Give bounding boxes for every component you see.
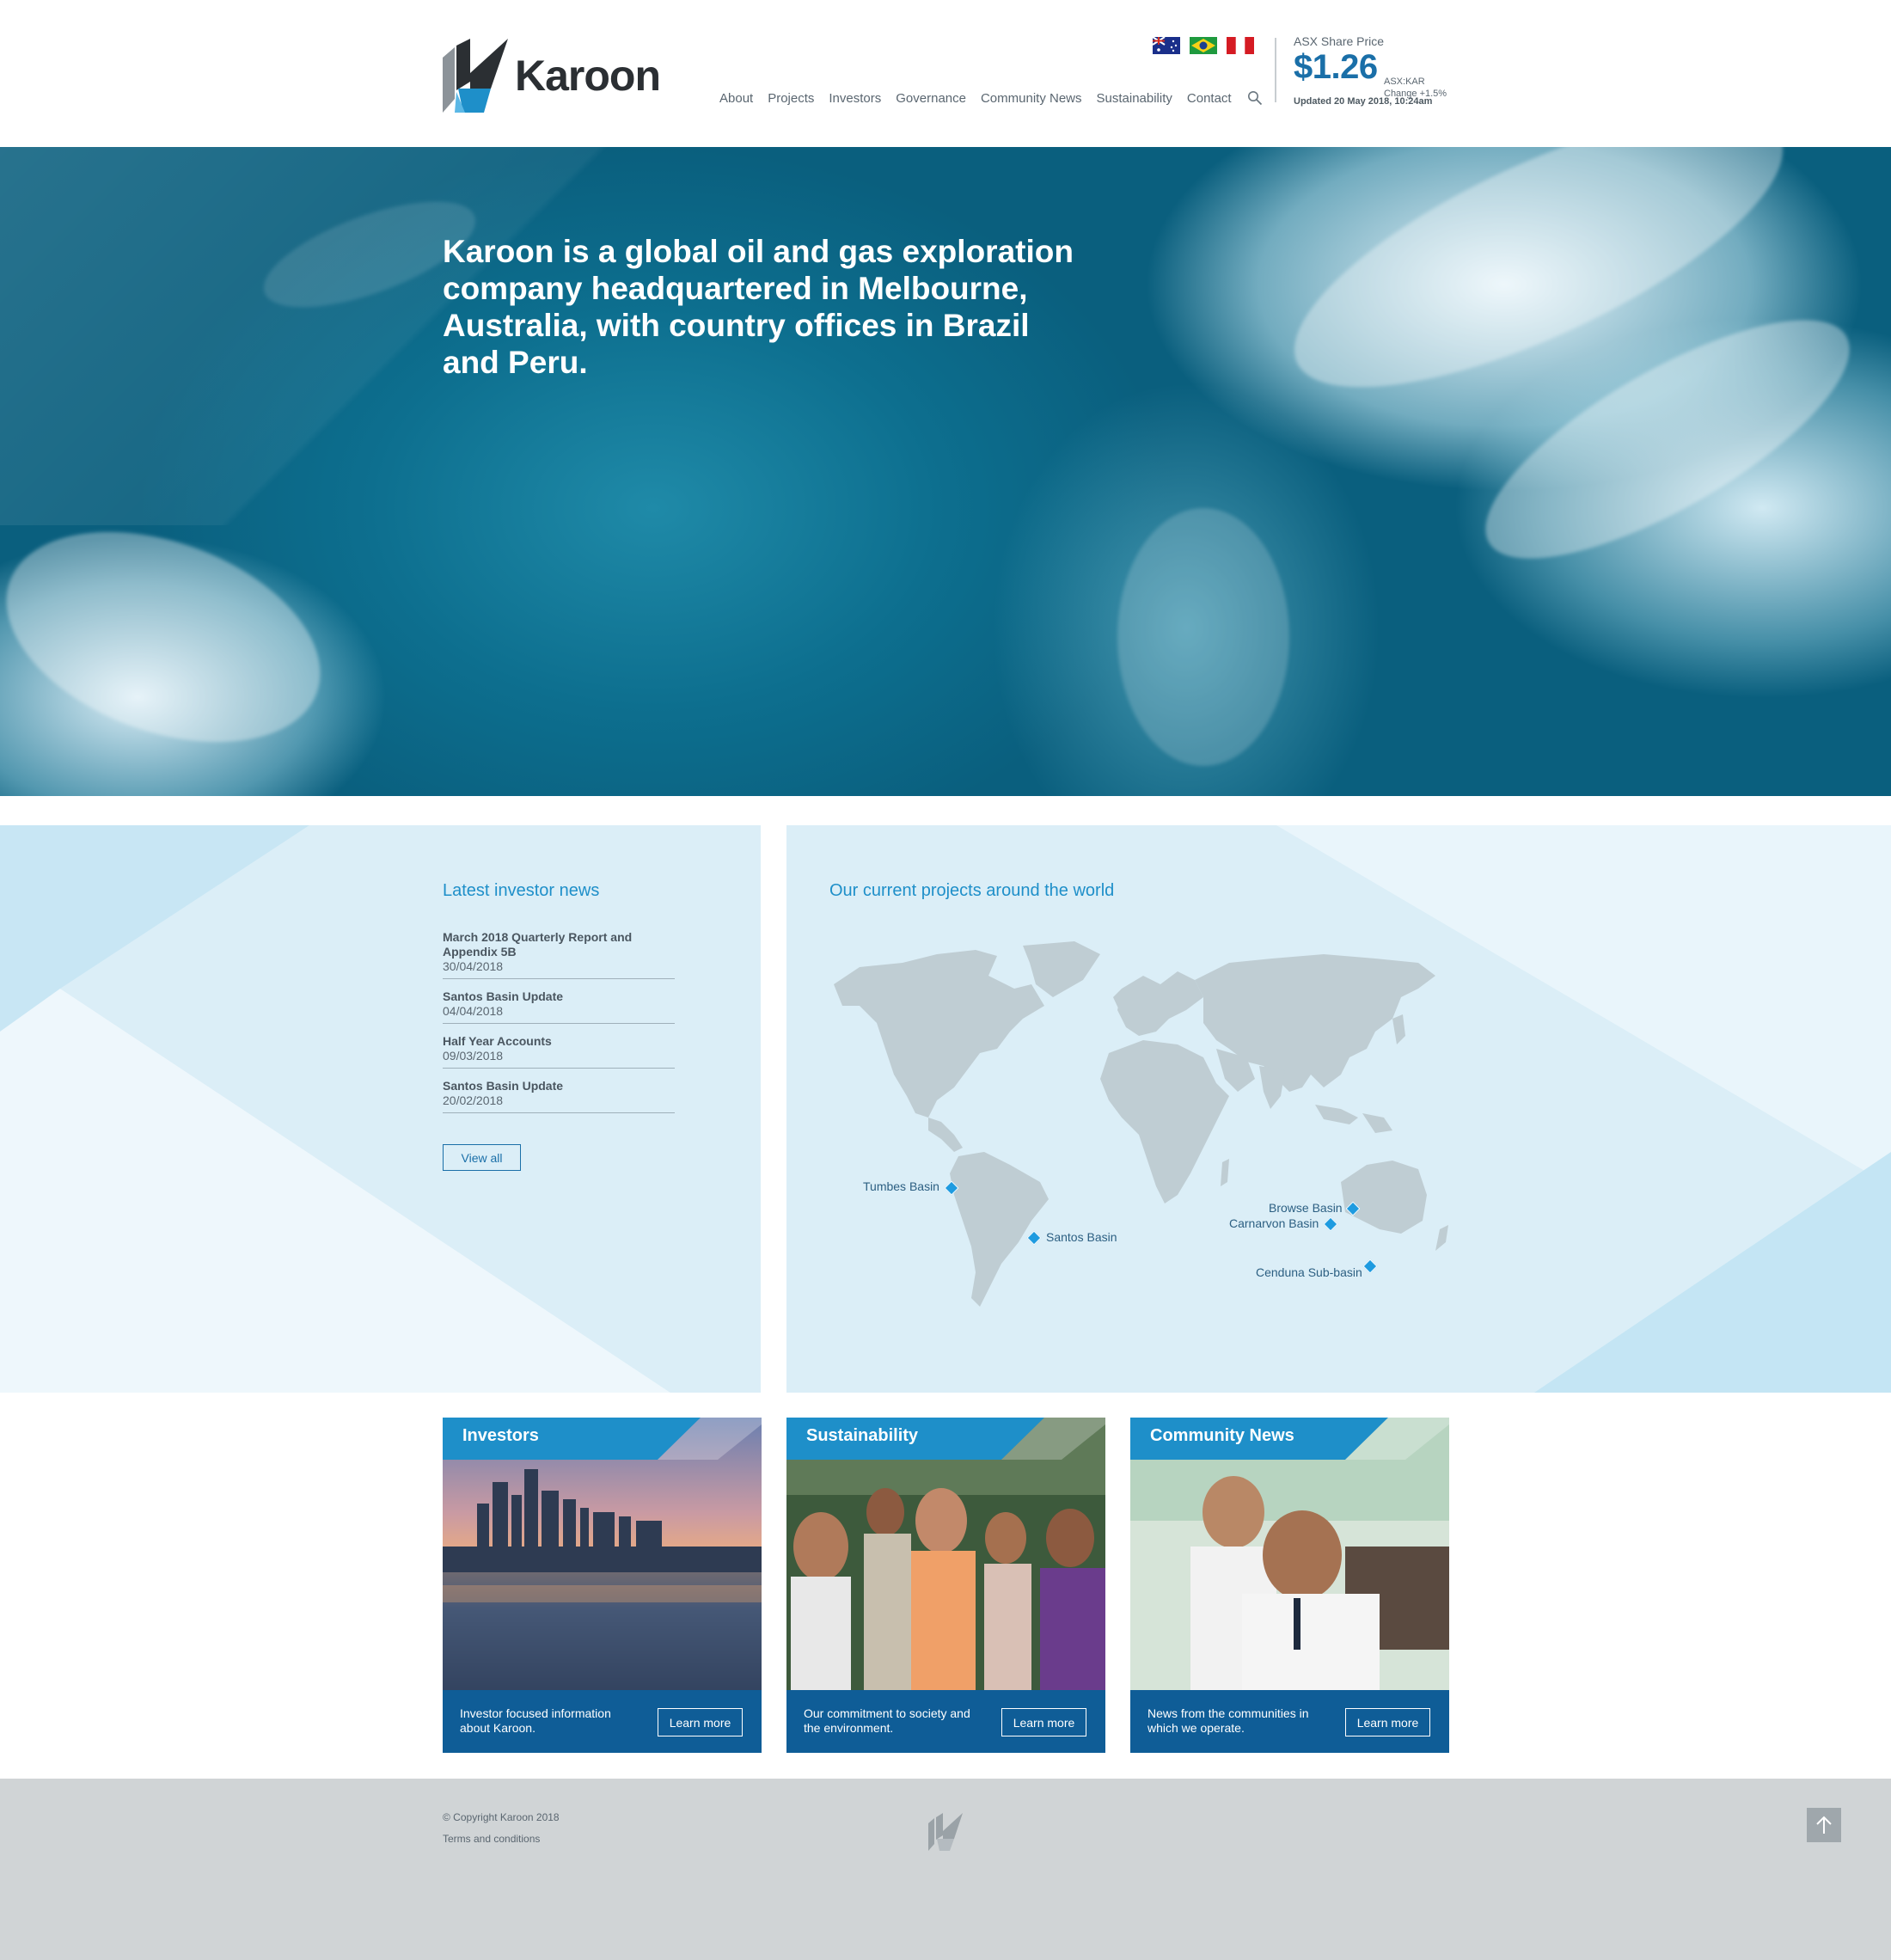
card-title: Investors (462, 1426, 539, 1445)
share-price-value: $1.26 (1294, 48, 1378, 86)
nav-about[interactable]: About (719, 91, 753, 106)
news-item-title[interactable]: Santos Basin Update (443, 989, 675, 1004)
nav-governance[interactable]: Governance (896, 91, 966, 106)
world-map (834, 941, 1448, 1307)
hero-headline: Karoon is a global oil and gas explorati… (443, 234, 1074, 380)
logo-wordmark: Karoon (515, 52, 661, 100)
page: Karoon About Projects Investors Governan… (0, 0, 1891, 1960)
site-footer (0, 1779, 1891, 1960)
learn-more-button[interactable]: Learn more (658, 1708, 743, 1736)
cenduna-sub-basin-label: Cenduna Sub-basin (1256, 1265, 1362, 1279)
share-price-title: ASX Share Price (1294, 34, 1385, 48)
nav-investors[interactable]: Investors (829, 91, 881, 106)
learn-more-button[interactable]: Learn more (1345, 1708, 1430, 1736)
terms-link[interactable]: Terms and conditions (443, 1833, 540, 1845)
card-title: Community News (1150, 1426, 1294, 1445)
peru-flag-icon[interactable] (1227, 37, 1254, 54)
news-item-date: 04/04/2018 (443, 1004, 504, 1018)
map-heading: Our current projects around the world (829, 881, 1115, 900)
card-footer: News from the communities in which we op… (1130, 1690, 1449, 1753)
news-item[interactable]: March 2018 Quarterly Report and Appendix… (443, 930, 675, 979)
investors-card[interactable]: Investors Investor focused information a… (443, 1418, 762, 1753)
news-item-title[interactable]: March 2018 Quarterly Report and Appendix… (443, 930, 675, 959)
news-item[interactable]: Santos Basin Update 04/04/2018 (443, 989, 675, 1024)
search-icon[interactable] (1247, 90, 1263, 106)
hero-foam-4 (1117, 508, 1289, 766)
card-footer: Our commitment to society and the enviro… (786, 1690, 1105, 1753)
back-to-top-button[interactable] (1807, 1808, 1841, 1842)
copyright-text: © Copyright Karoon 2018 (443, 1811, 560, 1823)
hero-foam-3 (0, 492, 350, 782)
news-item-title[interactable]: Half Year Accounts (443, 1034, 675, 1049)
arrow-up-icon (1816, 1816, 1832, 1834)
share-change: Change +1.5% (1384, 89, 1447, 99)
karoon-k-logo-icon (443, 39, 508, 113)
karoon-logo[interactable]: Karoon (443, 39, 661, 113)
news-heading: Latest investor news (443, 881, 600, 900)
carnarvon-basin-label: Carnarvon Basin (1229, 1216, 1319, 1230)
nav-contact[interactable]: Contact (1187, 91, 1232, 106)
main-nav: About Projects Investors Governance Comm… (719, 89, 1263, 107)
tumbes-basin-label: Tumbes Basin (863, 1179, 939, 1193)
share-code-block: ASX:KAR Change +1.5% (1384, 76, 1447, 100)
brazil-flag-icon[interactable] (1190, 37, 1217, 54)
nav-community-news[interactable]: Community News (981, 91, 1082, 106)
news-item-date: 30/04/2018 (443, 959, 504, 973)
news-item-date: 20/02/2018 (443, 1093, 504, 1107)
card-title: Sustainability (806, 1426, 919, 1445)
share-price-widget: ASX Share Price $1.26 ASX:KAR Change +1.… (1294, 34, 1483, 107)
santos-basin-label: Santos Basin (1046, 1230, 1117, 1244)
nav-sustainability[interactable]: Sustainability (1097, 91, 1172, 106)
australia-flag-icon[interactable] (1153, 37, 1180, 54)
footer-k-logo-icon (928, 1813, 963, 1851)
card-description: News from the communities in which we op… (1147, 1706, 1309, 1735)
nav-projects[interactable]: Projects (768, 91, 814, 106)
share-ticker: ASX:KAR (1384, 77, 1425, 87)
card-description: Investor focused information about Karoo… (460, 1706, 611, 1735)
news-item[interactable]: Santos Basin Update 20/02/2018 (443, 1079, 675, 1113)
card-description: Our commitment to society and the enviro… (804, 1706, 970, 1735)
news-item[interactable]: Half Year Accounts 09/03/2018 (443, 1034, 675, 1069)
community-news-card[interactable]: Community News News from the communities… (1130, 1418, 1449, 1753)
news-list: March 2018 Quarterly Report and Appendix… (443, 930, 675, 1124)
news-item-date: 09/03/2018 (443, 1049, 504, 1063)
card-footer: Investor focused information about Karoo… (443, 1690, 762, 1753)
sustainability-card[interactable]: Sustainability Our commitment to society… (786, 1418, 1105, 1753)
header-divider (1275, 38, 1276, 102)
news-item-title[interactable]: Santos Basin Update (443, 1079, 675, 1093)
share-price-row: $1.26 ASX:KAR Change +1.5% (1294, 48, 1483, 99)
country-flags (1153, 37, 1254, 54)
view-all-news-button[interactable]: View all (443, 1144, 521, 1171)
site-header: Karoon About Projects Investors Governan… (0, 0, 1891, 147)
browse-basin-label: Browse Basin (1269, 1201, 1343, 1215)
learn-more-button[interactable]: Learn more (1001, 1708, 1086, 1736)
